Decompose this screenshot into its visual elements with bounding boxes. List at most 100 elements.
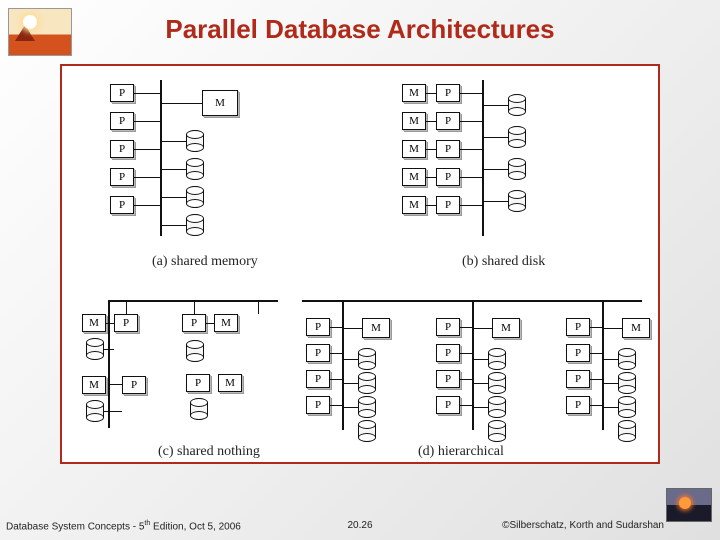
wire — [194, 300, 195, 314]
wire — [590, 353, 602, 354]
box-p: P — [436, 344, 460, 362]
wire — [484, 201, 508, 202]
wire — [330, 327, 342, 328]
wire — [604, 359, 618, 360]
wire — [460, 379, 472, 380]
wire — [460, 405, 472, 406]
bus-d2 — [472, 300, 474, 430]
wire — [258, 300, 259, 314]
wire — [474, 407, 488, 408]
wire — [426, 177, 436, 178]
box-p: P — [436, 168, 460, 186]
caption-d: (d) hierarchical — [418, 444, 504, 460]
wire — [484, 105, 508, 106]
box-m: M — [362, 318, 390, 338]
wire — [474, 328, 492, 329]
disk-icon — [508, 94, 526, 116]
disk-icon — [488, 396, 506, 418]
disk-icon — [86, 338, 104, 360]
box-p: P — [436, 196, 460, 214]
wire — [590, 327, 602, 328]
box-p: P — [436, 370, 460, 388]
box-m: M — [402, 196, 426, 214]
wire — [206, 323, 214, 324]
disk-icon — [508, 126, 526, 148]
box-p: P — [566, 396, 590, 414]
footer-right: ©Silberschatz, Korth and Sudarshan — [502, 520, 664, 531]
wire — [460, 149, 482, 150]
caption-b: (b) shared disk — [462, 254, 545, 270]
box-m: M — [492, 318, 520, 338]
bus-b — [482, 80, 484, 236]
wire — [604, 407, 618, 408]
box-m: M — [214, 314, 238, 332]
box-m: M — [402, 140, 426, 158]
box-p: P — [110, 196, 134, 214]
wire — [134, 149, 160, 150]
box-p: P — [110, 140, 134, 158]
box-p: P — [306, 370, 330, 388]
box-m: M — [402, 112, 426, 130]
disk-icon — [186, 158, 204, 180]
wire — [162, 225, 186, 226]
box-p: P — [110, 112, 134, 130]
disk-icon — [618, 372, 636, 394]
wire — [330, 405, 342, 406]
bus-c-v — [108, 300, 110, 428]
box-p: P — [110, 84, 134, 102]
wire — [162, 141, 186, 142]
wire — [484, 169, 508, 170]
wire — [460, 121, 482, 122]
box-p: P — [182, 314, 206, 332]
wire — [474, 359, 488, 360]
disk-icon — [618, 420, 636, 442]
disk-icon — [358, 372, 376, 394]
disk-icon — [186, 130, 204, 152]
disk-icon — [508, 158, 526, 180]
box-p: P — [110, 168, 134, 186]
wire — [426, 121, 436, 122]
box-p: P — [122, 376, 146, 394]
wire — [330, 379, 342, 380]
wire — [460, 177, 482, 178]
box-m: M — [218, 374, 242, 392]
disk-icon — [190, 398, 208, 420]
logo-sunset — [666, 488, 712, 522]
wire — [162, 169, 186, 170]
wire — [344, 407, 358, 408]
box-p: P — [186, 374, 210, 392]
wire — [460, 353, 472, 354]
wire — [106, 323, 114, 324]
wire — [604, 328, 622, 329]
caption-c: (c) shared nothing — [158, 444, 260, 460]
wire — [460, 327, 472, 328]
box-p: P — [306, 396, 330, 414]
disk-icon — [508, 190, 526, 212]
slide-title: Parallel Database Architectures — [0, 14, 720, 45]
wire — [344, 383, 358, 384]
box-p: P — [566, 318, 590, 336]
wire — [344, 328, 362, 329]
disk-icon — [186, 214, 204, 236]
wire — [590, 379, 602, 380]
wire — [134, 205, 160, 206]
wire — [344, 359, 358, 360]
disk-icon — [186, 186, 204, 208]
wire — [474, 383, 488, 384]
box-p: P — [436, 112, 460, 130]
box-p: P — [566, 344, 590, 362]
disk-icon — [618, 348, 636, 370]
disk-icon — [358, 420, 376, 442]
wire — [126, 300, 127, 314]
wire — [590, 405, 602, 406]
box-m: M — [82, 314, 106, 332]
wire — [426, 205, 436, 206]
bus-d1 — [342, 300, 344, 430]
box-p: P — [114, 314, 138, 332]
box-m: M — [82, 376, 106, 394]
wire — [162, 197, 186, 198]
box-p: P — [436, 84, 460, 102]
wire — [426, 93, 436, 94]
bus-c-h — [108, 300, 278, 302]
bus-d3 — [602, 300, 604, 430]
